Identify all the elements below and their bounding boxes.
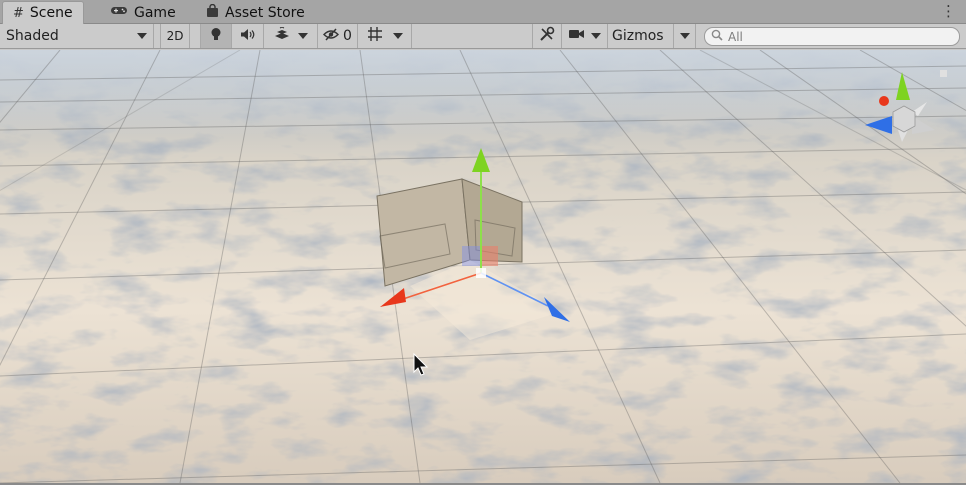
gizmos-dropdown-button[interactable] — [674, 24, 696, 48]
draw-mode-dropdown[interactable]: Shaded — [0, 24, 154, 48]
chevron-down-icon — [679, 33, 690, 39]
lightbulb-icon — [210, 27, 222, 46]
chevron-down-icon — [137, 33, 147, 39]
speaker-icon — [240, 28, 256, 45]
wrench-cross-icon — [539, 26, 555, 46]
search-placeholder: All — [728, 29, 743, 44]
video-camera-icon — [568, 28, 585, 44]
scene-viewport[interactable] — [0, 50, 966, 483]
gamepad-icon — [110, 5, 128, 20]
grid-snapping-dropdown[interactable] — [358, 24, 412, 48]
tab-game[interactable]: Game — [100, 1, 186, 24]
audio-toggle-button[interactable] — [232, 24, 264, 48]
draw-mode-label: Shaded — [6, 28, 59, 44]
effects-dropdown[interactable] — [264, 24, 318, 48]
scene-toolbar: Shaded 2D 0 Gizmos All — [0, 24, 966, 49]
tab-label: Scene — [29, 5, 73, 21]
tools-button[interactable] — [532, 24, 562, 48]
gizmo-x-sphere — [879, 96, 889, 106]
hidden-count: 0 — [343, 28, 352, 44]
tab-bar: # Scene Game Asset Store ⋮ — [0, 0, 966, 24]
tab-asset-store[interactable]: Asset Store — [196, 1, 315, 24]
lighting-toggle-button[interactable] — [200, 24, 232, 48]
gizmos-toggle-button[interactable]: Gizmos — [608, 24, 674, 48]
effects-layers-icon — [274, 26, 290, 45]
eye-slash-icon — [323, 27, 340, 45]
2d-label: 2D — [166, 29, 184, 43]
tab-label: Game — [134, 4, 176, 21]
2d-toggle-button[interactable]: 2D — [160, 24, 190, 48]
hidden-objects-toggle[interactable]: 0 — [318, 24, 358, 48]
camera-settings-dropdown[interactable] — [562, 24, 608, 48]
grid-icon — [367, 26, 383, 46]
scene-canvas[interactable] — [0, 50, 966, 483]
hash-icon: # — [13, 5, 24, 21]
bag-icon — [206, 3, 219, 22]
hierarchy-search-input[interactable]: All — [704, 27, 960, 46]
search-icon — [711, 29, 723, 44]
tab-label: Asset Store — [225, 4, 305, 21]
chevron-down-icon — [392, 33, 403, 39]
kebab-menu-icon[interactable]: ⋮ — [941, 2, 956, 20]
chevron-down-icon — [297, 33, 308, 39]
gizmos-label: Gizmos — [612, 28, 664, 44]
chevron-down-icon — [591, 33, 601, 39]
tab-scene[interactable]: # Scene — [2, 1, 84, 24]
